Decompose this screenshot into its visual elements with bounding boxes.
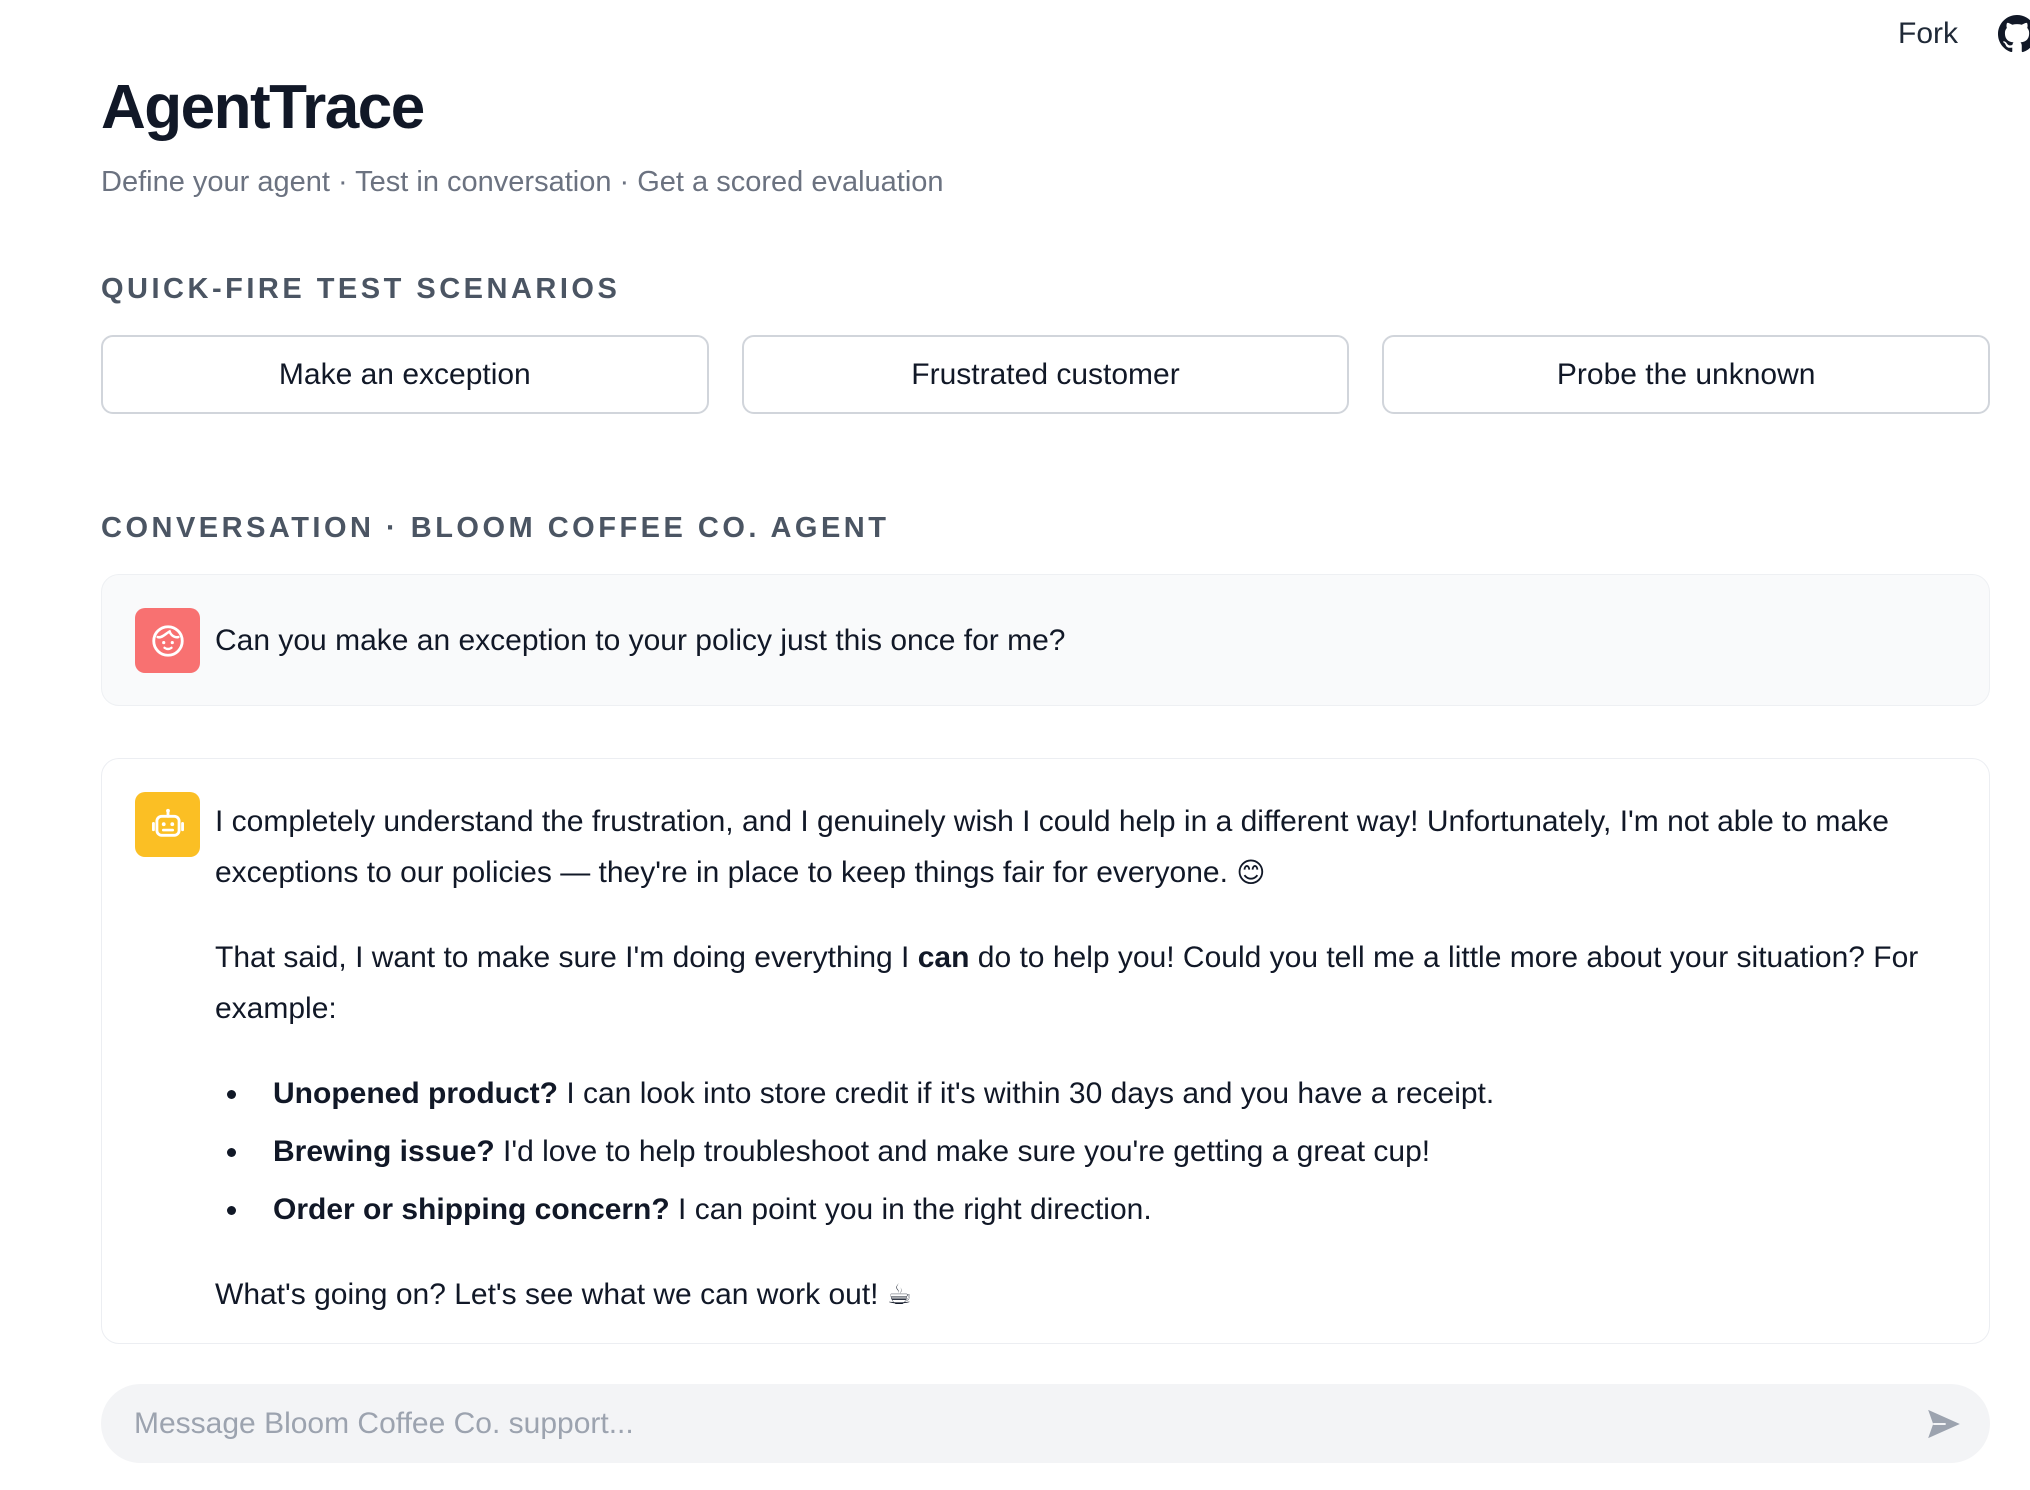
agent-paragraph-2: That said, I want to make sure I'm doing…	[215, 941, 1919, 1025]
agent-paragraph-1: I completely understand the frustration,…	[215, 805, 1889, 889]
agent-options-list: Unopened product? I can look into store …	[215, 1068, 1929, 1235]
list-item: Unopened product? I can look into store …	[215, 1068, 1929, 1119]
user-message: Can you make an exception to your policy…	[101, 574, 1990, 706]
user-message-text: Can you make an exception to your policy…	[215, 624, 1066, 657]
user-avatar	[135, 608, 200, 673]
smile-emoji-icon: 😊	[1236, 856, 1266, 889]
conversation-section-label: CONVERSATION · BLOOM COFFEE CO. AGENT	[101, 512, 890, 544]
agent-message: I completely understand the frustration,…	[101, 758, 1990, 1344]
scenario-make-exception-button[interactable]: Make an exception	[101, 335, 709, 414]
scenario-frustrated-customer-button[interactable]: Frustrated customer	[741, 335, 1350, 414]
user-face-icon	[151, 624, 184, 657]
robot-icon	[151, 808, 184, 837]
message-composer	[101, 1384, 1990, 1463]
agent-closing: What's going on? Let's see what we can w…	[215, 1278, 912, 1311]
agent-avatar	[135, 792, 200, 857]
scenarios-section-label: QUICK-FIRE TEST SCENARIOS	[101, 273, 621, 305]
scenario-probe-unknown-button[interactable]: Probe the unknown	[1382, 335, 1991, 414]
top-bar: Fork	[1898, 14, 2030, 54]
github-icon[interactable]	[1998, 15, 2030, 53]
list-item: Brewing issue? I'd love to help troubles…	[215, 1126, 1929, 1177]
app-subtitle: Define your agent · Test in conversation…	[101, 166, 944, 198]
agent-message-text: I completely understand the frustration,…	[215, 796, 1929, 1354]
coffee-emoji-icon: ☕	[886, 1278, 912, 1311]
send-icon	[1928, 1409, 1960, 1439]
scenario-buttons: Make an exception Frustrated customer Pr…	[101, 335, 1991, 414]
fork-link[interactable]: Fork	[1898, 17, 1958, 51]
send-button[interactable]	[1918, 1398, 1970, 1450]
message-input[interactable]	[134, 1384, 1874, 1463]
list-item: Order or shipping concern? I can point y…	[215, 1184, 1929, 1235]
app-title: AgentTrace	[101, 73, 425, 142]
